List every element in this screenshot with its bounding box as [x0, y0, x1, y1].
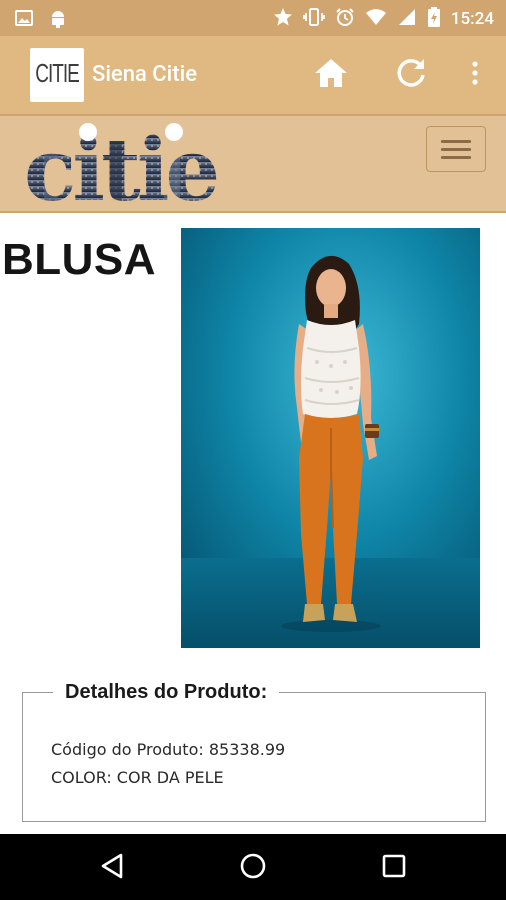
battery-icon — [427, 6, 441, 32]
app-bar: CITIE Siena Citie — [0, 36, 506, 114]
product-title: BLUSA — [2, 235, 157, 284]
details-legend: Detalhes do Produto: — [53, 679, 280, 705]
hamburger-icon — [441, 139, 471, 159]
home-circle-icon — [239, 852, 267, 884]
product-details-fieldset: Detalhes do Produto: Código do Produto: … — [22, 679, 486, 822]
back-icon — [99, 852, 125, 884]
app-logo-text: CITIE — [35, 60, 80, 89]
refresh-button[interactable] — [392, 56, 430, 94]
recents-icon — [381, 853, 407, 883]
star-icon — [273, 7, 293, 31]
site-header: citie — [0, 114, 506, 213]
vibrate-icon — [302, 7, 325, 31]
status-time: 15:24 — [450, 9, 494, 29]
system-nav-bar — [0, 834, 506, 900]
status-bar: 15:24 — [0, 0, 506, 36]
home-nav-button[interactable] — [233, 848, 273, 888]
product-code: Código do Produto: 85338.99 — [51, 740, 286, 759]
overflow-menu-button[interactable] — [456, 56, 494, 94]
image-icon — [14, 8, 34, 32]
overflow-menu-icon — [471, 60, 479, 90]
app-logo: CITIE — [30, 48, 84, 102]
home-icon — [313, 57, 349, 93]
recents-button[interactable] — [374, 848, 414, 888]
home-button[interactable] — [312, 56, 350, 94]
alarm-icon — [335, 7, 355, 31]
refresh-icon — [394, 56, 428, 94]
product-color: COLOR: COR DA PELE — [51, 768, 224, 787]
product-photo[interactable] — [181, 228, 480, 648]
citie-logo[interactable]: citie — [24, 120, 224, 210]
app-title: Siena Citie — [92, 62, 197, 87]
wifi-icon — [365, 8, 387, 30]
back-button[interactable] — [92, 848, 132, 888]
screen: 15:24 CITIE Siena Citie BLUSA Detalhes d… — [0, 0, 506, 900]
nav-menu-toggle[interactable] — [426, 126, 486, 172]
signal-icon — [397, 7, 417, 31]
android-icon — [48, 7, 68, 33]
